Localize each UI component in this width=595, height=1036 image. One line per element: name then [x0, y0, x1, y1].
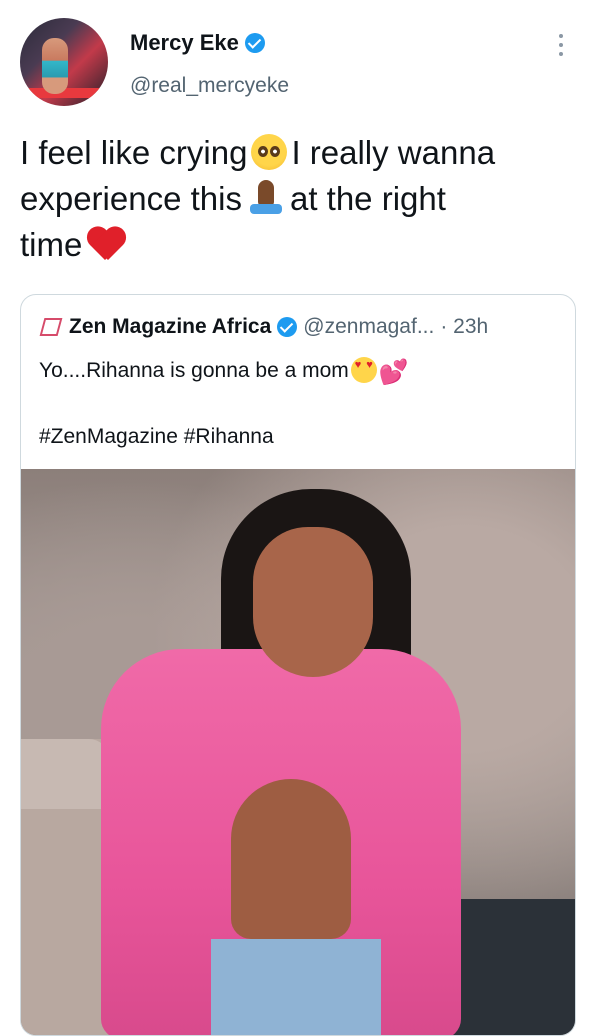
photo-face	[253, 527, 373, 677]
tweet-text-segment: I really wanna	[291, 134, 496, 171]
photo-belly	[231, 779, 351, 939]
tweet-text-segment: time	[20, 226, 83, 263]
tweet-text-segment: I feel like crying	[20, 134, 248, 171]
heart-eyes-icon	[350, 357, 377, 383]
quoted-tweet-card[interactable]: Zen Magazine Africa @zenmagaf... · 23h Y…	[20, 294, 576, 1036]
quoted-text: Yo....Rihanna is gonna be a mom 💕	[39, 357, 409, 387]
photo-pillar-cap	[21, 739, 109, 809]
author-avatar[interactable]	[20, 18, 108, 106]
tweet-text-segment: experience this	[20, 180, 242, 217]
avatar-figure	[42, 38, 68, 94]
quoted-hashtags[interactable]: #ZenMagazine #Rihanna	[39, 425, 274, 449]
author-handle[interactable]: @real_mercyeke	[130, 74, 289, 98]
quoted-author-name[interactable]: Zen Magazine Africa	[69, 315, 271, 339]
author-name-row[interactable]: Mercy Eke	[130, 30, 265, 56]
more-options-icon[interactable]	[556, 34, 566, 60]
author-name[interactable]: Mercy Eke	[130, 30, 239, 56]
quoted-author-handle[interactable]: @zenmagaf...	[303, 315, 434, 339]
pleading-face-icon	[251, 134, 288, 170]
two-hearts-icon: 💕	[378, 359, 409, 386]
quoted-photo[interactable]	[21, 469, 575, 1035]
quoted-header: Zen Magazine Africa @zenmagaf... · 23h	[39, 315, 488, 339]
verified-badge-icon	[244, 33, 265, 53]
tweet-body: I feel like crying I really wanna experie…	[20, 130, 575, 268]
folded-hands-icon	[246, 180, 286, 216]
quoted-text-content: Yo....Rihanna is gonna be a mom	[39, 359, 349, 382]
tweet-header: Mercy Eke @real_mercyeke	[0, 0, 595, 120]
photo-jeans	[211, 939, 381, 1035]
red-heart-icon	[86, 228, 126, 264]
verified-badge-icon	[277, 317, 298, 337]
zen-magazine-logo-icon[interactable]	[39, 316, 63, 338]
photo-person	[101, 479, 461, 1035]
quoted-timestamp[interactable]: · 23h	[440, 315, 488, 339]
tweet-text-segment: at the right	[289, 180, 446, 217]
